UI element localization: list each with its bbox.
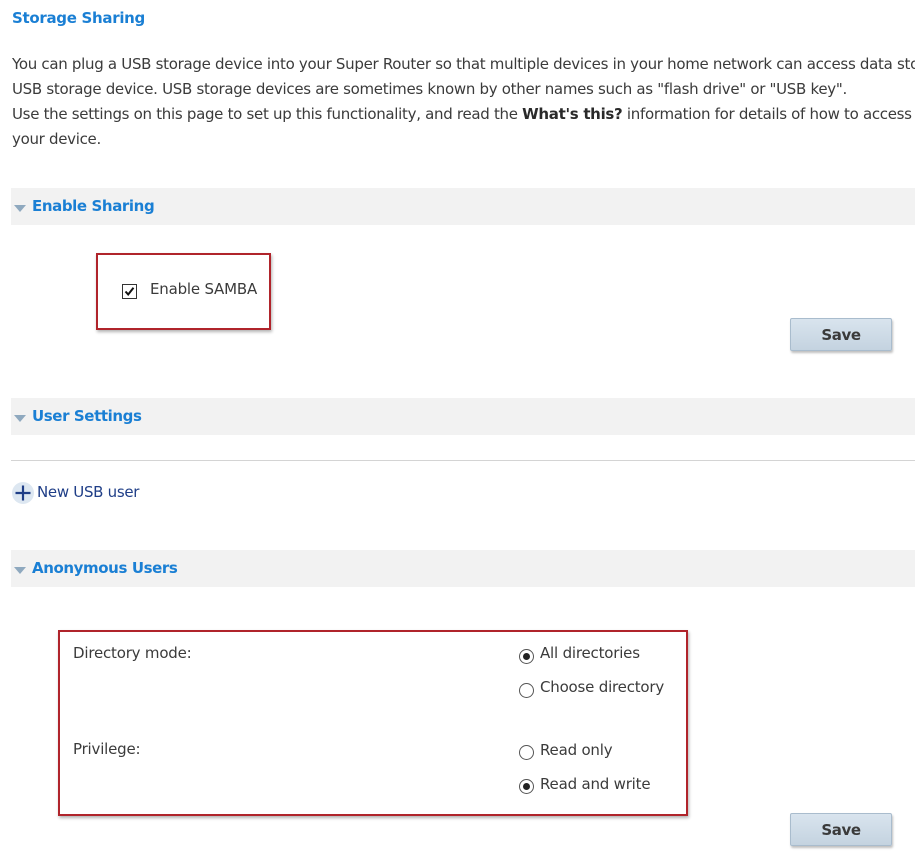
intro-line-3-end: information for details of how to access… — [622, 105, 915, 123]
new-usb-user-label: New USB user — [37, 483, 140, 501]
enable-samba-checkbox[interactable] — [122, 284, 137, 299]
anonymous-settings-highlight: Directory mode: All directories Choose d… — [58, 630, 688, 816]
intro-text: You can plug a USB storage device into y… — [12, 52, 915, 152]
page-title: Storage Sharing — [12, 9, 145, 27]
radio-read-and-write[interactable] — [519, 779, 534, 794]
intro-line-3-start: Use the settings on this page to set up … — [12, 105, 523, 123]
section-divider — [11, 460, 915, 461]
plus-icon — [12, 482, 34, 504]
section-header-enable-sharing[interactable]: Enable Sharing — [11, 188, 915, 225]
directory-mode-label: Directory mode: — [73, 644, 192, 662]
collapse-triangle-icon — [14, 415, 26, 422]
collapse-triangle-icon — [14, 567, 26, 574]
radio-selected-dot — [523, 653, 530, 660]
all-directories-label: All directories — [540, 644, 640, 662]
section-title-user-settings: User Settings — [32, 407, 142, 425]
intro-line-4: your device. — [12, 130, 101, 148]
intro-line-3: Use the settings on this page to set up … — [12, 102, 915, 127]
radio-selected-dot — [523, 783, 530, 790]
radio-all-directories[interactable] — [519, 649, 534, 664]
choose-directory-label: Choose directory — [540, 678, 665, 696]
intro-line-2: USB storage device. USB storage devices … — [12, 80, 847, 98]
read-only-label: Read only — [540, 741, 613, 759]
section-header-user-settings[interactable]: User Settings — [11, 398, 915, 435]
radio-choose-directory[interactable] — [519, 683, 534, 698]
whats-this-link[interactable]: What's this? — [522, 105, 623, 123]
save-button-enable-sharing[interactable]: Save — [790, 318, 892, 351]
radio-read-only[interactable] — [519, 745, 534, 760]
collapse-triangle-icon — [14, 205, 26, 212]
section-title-enable-sharing: Enable Sharing — [32, 197, 155, 215]
enable-samba-label: Enable SAMBA — [150, 280, 258, 298]
read-and-write-label: Read and write — [540, 775, 651, 793]
intro-line-1: You can plug a USB storage device into y… — [12, 55, 915, 73]
section-title-anonymous-users: Anonymous Users — [32, 559, 178, 577]
save-button-anonymous-users[interactable]: Save — [790, 813, 892, 846]
enable-samba-highlight: Enable SAMBA — [96, 253, 271, 330]
checkmark-icon — [124, 287, 135, 297]
privilege-label: Privilege: — [73, 740, 141, 758]
section-header-anonymous-users[interactable]: Anonymous Users — [11, 550, 915, 587]
